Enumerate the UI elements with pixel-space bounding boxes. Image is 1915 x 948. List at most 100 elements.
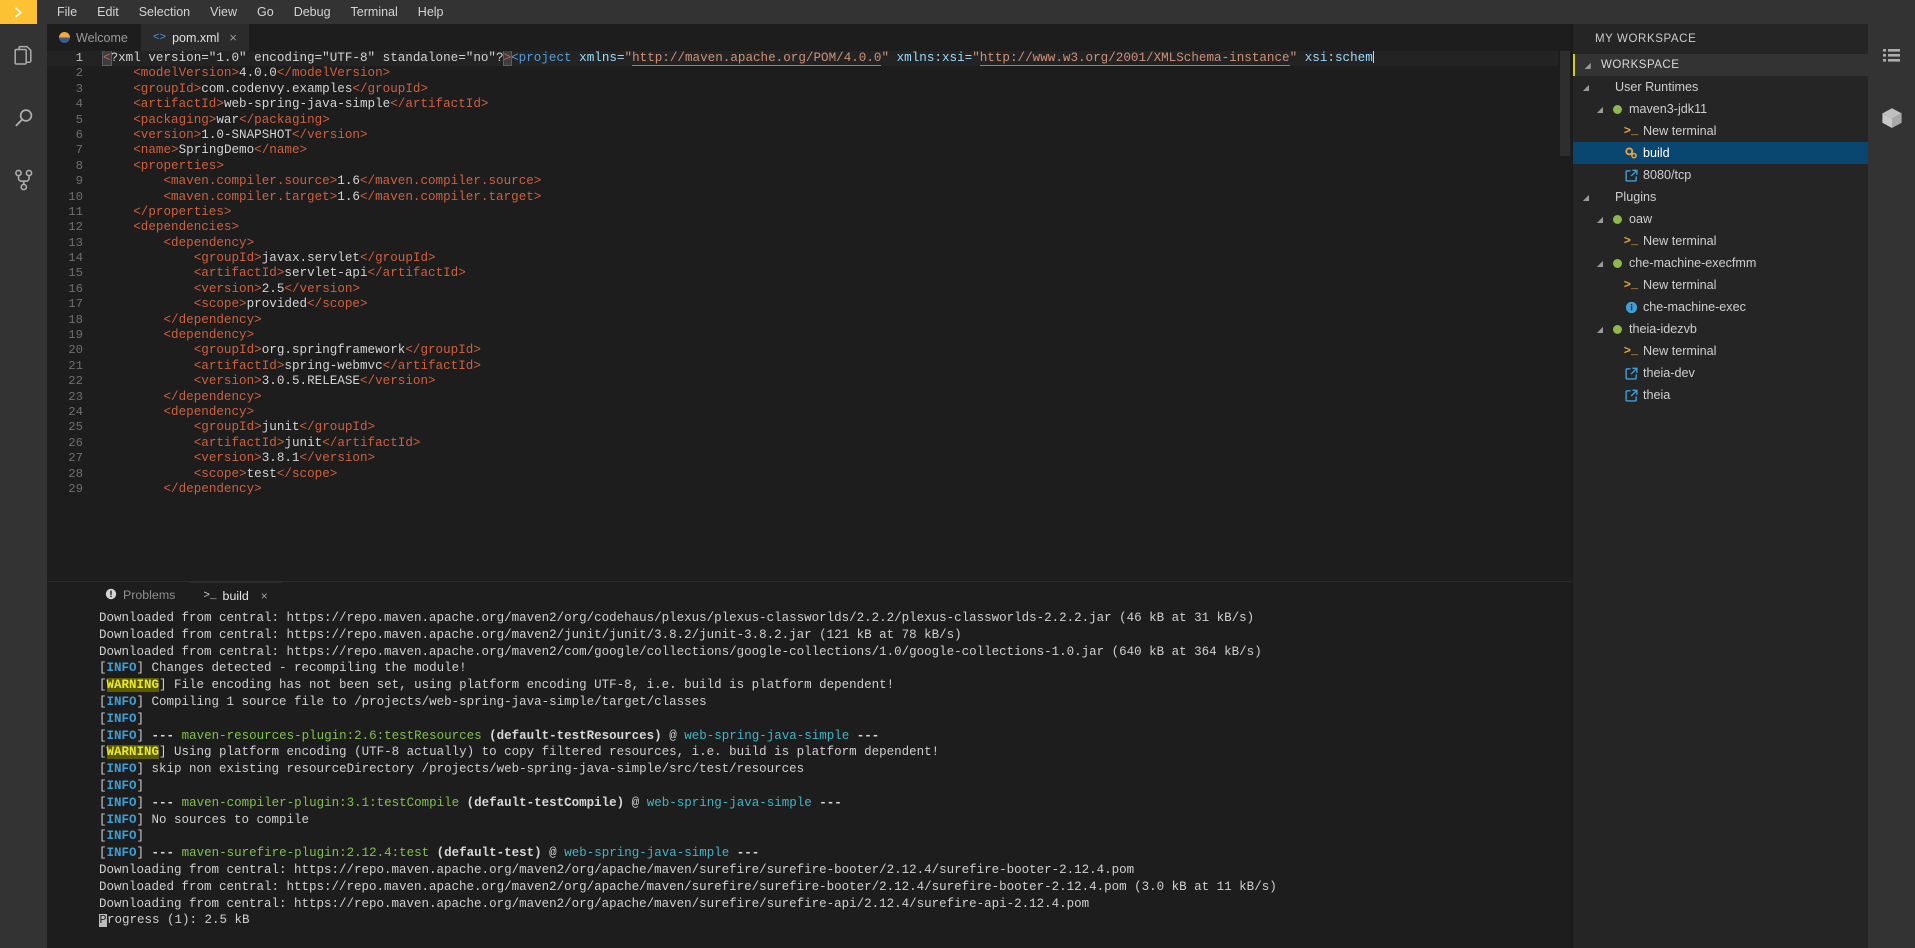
terminal-line: [INFO] --- maven-surefire-plugin:2.12.4:… <box>99 845 1572 862</box>
workspace-tree-item[interactable]: >_ New terminal <box>1573 274 1868 296</box>
terminal-text: INFO <box>106 762 137 777</box>
menu-item-debug[interactable]: Debug <box>284 2 341 22</box>
menu-item-terminal[interactable]: Terminal <box>341 2 408 22</box>
code-line[interactable]: 22 <version>3.0.5.RELEASE</version> <box>47 374 1558 389</box>
code-line[interactable]: 29 </dependency> <box>47 482 1558 497</box>
cube-icon[interactable] <box>1868 98 1915 138</box>
code-line[interactable]: 23 </dependency> <box>47 390 1558 405</box>
workspace-tree-item[interactable]: build <box>1573 142 1868 164</box>
theia-logo-button[interactable] <box>0 0 37 24</box>
code-text: <version>3.0.5.RELEASE</version> <box>103 374 436 389</box>
code-line[interactable]: 19 <dependency> <box>47 328 1558 343</box>
workspace-tree-item-label: Plugins <box>1615 190 1657 204</box>
workspace-tree-item[interactable]: che-machine-exec <box>1573 296 1868 318</box>
chevron-down-icon[interactable]: ◢ <box>1593 105 1607 114</box>
menu-bar: File Edit Selection View Go Debug Termin… <box>0 0 1915 24</box>
chevron-down-icon[interactable]: ◢ <box>1593 215 1607 224</box>
code-line[interactable]: 9 <maven.compiler.source>1.6</maven.comp… <box>47 174 1558 189</box>
code-line[interactable]: 8 <properties> <box>47 159 1558 174</box>
workspace-tree-item[interactable]: theia <box>1573 384 1868 406</box>
code-text: </dependency> <box>103 390 261 405</box>
code-line[interactable]: 13 <dependency> <box>47 236 1558 251</box>
code-line[interactable]: 20 <groupId>org.springframework</groupId… <box>47 343 1558 358</box>
code-line[interactable]: 27 <version>3.8.1</version> <box>47 451 1558 466</box>
code-line[interactable]: 18 </dependency> <box>47 313 1558 328</box>
code-line[interactable]: 3 <groupId>com.codenvy.examples</groupId… <box>47 82 1558 97</box>
workspace-tree-item[interactable]: >_ New terminal <box>1573 120 1868 142</box>
code-token: <dependency> <box>163 404 255 419</box>
tab-problems[interactable]: Problems <box>91 582 189 608</box>
workspace-tree-item[interactable]: ◢ che-machine-execfmm <box>1573 252 1868 274</box>
code-line[interactable]: 4 <artifactId>web-spring-java-simple</ar… <box>47 97 1558 112</box>
editor-scrollbar[interactable] <box>1558 51 1572 581</box>
terminal-output[interactable]: Downloaded from central: https://repo.ma… <box>47 608 1572 948</box>
workspace-tree-item[interactable]: ◢ maven3-jdk11 <box>1573 98 1868 120</box>
code-line[interactable]: 7 <name>SpringDemo</name> <box>47 143 1558 158</box>
terminal-text: Downloaded from central: https://repo.ma… <box>99 879 1277 894</box>
code-line[interactable]: 21 <artifactId>spring-webmvc</artifactId… <box>47 359 1558 374</box>
menu-item-selection[interactable]: Selection <box>129 2 200 22</box>
code-line[interactable]: 16 <version>2.5</version> <box>47 282 1558 297</box>
code-token: </dependency> <box>163 312 262 327</box>
terminal-line: Downloaded from central: https://repo.ma… <box>99 610 1572 627</box>
code-line[interactable]: 14 <groupId>javax.servlet</groupId> <box>47 251 1558 266</box>
chevron-down-icon[interactable]: ◢ <box>1579 83 1593 92</box>
workspace-tree-item[interactable]: ◢ Plugins <box>1573 186 1868 208</box>
workspace-tree-item[interactable]: ◢ User Runtimes <box>1573 76 1868 98</box>
code-text: <version>2.5</version> <box>103 282 360 297</box>
terminal-text: ] Changes detected - recompiling the mod… <box>136 661 467 676</box>
tab-welcome[interactable]: Welcome <box>47 24 141 51</box>
workspace-tree-item[interactable]: ◢ oaw <box>1573 208 1868 230</box>
scrollbar-thumb[interactable] <box>1560 51 1570 156</box>
terminal-text: [ <box>99 846 107 861</box>
workspace-tree[interactable]: ◢ User Runtimes ◢ maven3-jdk11 >_ New termina… <box>1573 76 1868 948</box>
code-line[interactable]: 6 <version>1.0-SNAPSHOT</version> <box>47 128 1558 143</box>
files-icon[interactable] <box>0 36 47 76</box>
workspace-tree-item[interactable]: 8080/tcp <box>1573 164 1868 186</box>
menu-item-go[interactable]: Go <box>247 2 284 22</box>
menu-item-file[interactable]: File <box>47 2 87 22</box>
terminal-text: ] <box>136 829 152 844</box>
code-line[interactable]: 10 <maven.compiler.target>1.6</maven.com… <box>47 190 1558 205</box>
info-icon <box>1621 301 1641 314</box>
chevron-down-icon[interactable]: ◢ <box>1593 325 1607 334</box>
code-line[interactable]: 28 <scope>test</scope> <box>47 467 1558 482</box>
menu-item-edit[interactable]: Edit <box>87 2 129 22</box>
code-line[interactable]: 25 <groupId>junit</groupId> <box>47 420 1558 435</box>
terminal-text: INFO <box>106 661 137 676</box>
chevron-down-icon[interactable]: ◢ <box>1579 193 1593 202</box>
workspace-section-header[interactable]: ◢ WORKSPACE <box>1573 54 1868 76</box>
code-editor[interactable]: 1 <?xml version="1.0" encoding="UTF-8" st… <box>47 51 1558 581</box>
line-number: 4 <box>75 97 83 112</box>
chevron-down-icon[interactable]: ◢ <box>1581 61 1595 70</box>
line-number: 29 <box>68 481 83 496</box>
workspace-tree-item[interactable]: >_ New terminal <box>1573 340 1868 362</box>
workspace-tree-item-label: New terminal <box>1643 234 1717 248</box>
code-token: <maven.compiler.target> <box>163 189 338 204</box>
menu-item-view[interactable]: View <box>200 2 247 22</box>
close-icon[interactable]: × <box>229 30 237 45</box>
tab-build-terminal[interactable]: >_ build × <box>189 582 282 608</box>
workspace-tree-item[interactable]: theia-dev <box>1573 362 1868 384</box>
terminal-text: [ <box>99 745 107 760</box>
code-line[interactable]: 1 <?xml version="1.0" encoding="UTF-8" st… <box>47 51 1558 67</box>
code-line[interactable]: 26 <artifactId>junit</artifactId> <box>47 436 1558 451</box>
code-line[interactable]: 11 </properties> <box>47 205 1558 220</box>
tab-pom-xml[interactable]: <> pom.xml × <box>140 24 250 51</box>
workspace-tree-item[interactable]: ◢ theia-idezvb <box>1573 318 1868 340</box>
code-line[interactable]: 24 <dependency> <box>47 405 1558 420</box>
outline-list-icon[interactable] <box>1868 36 1915 76</box>
menu-item-help[interactable]: Help <box>408 2 454 22</box>
code-line[interactable]: 15 <artifactId>servlet-api</artifactId> <box>47 266 1558 281</box>
code-line[interactable]: 2 <modelVersion>4.0.0</modelVersion> <box>47 66 1558 81</box>
search-icon[interactable] <box>0 98 47 138</box>
code-line[interactable]: 5 <packaging>war</packaging> <box>47 113 1558 128</box>
code-line[interactable]: 17 <scope>provided</scope> <box>47 297 1558 312</box>
code-line[interactable]: 12 <dependencies> <box>47 220 1558 235</box>
source-control-icon[interactable] <box>0 160 47 200</box>
terminal-text: web-spring-java-simple <box>684 728 850 743</box>
workspace-tree-item[interactable]: >_ New terminal <box>1573 230 1868 252</box>
close-icon[interactable]: × <box>261 589 268 603</box>
chevron-down-icon[interactable]: ◢ <box>1593 259 1607 268</box>
code-token: <groupId> <box>193 251 262 266</box>
